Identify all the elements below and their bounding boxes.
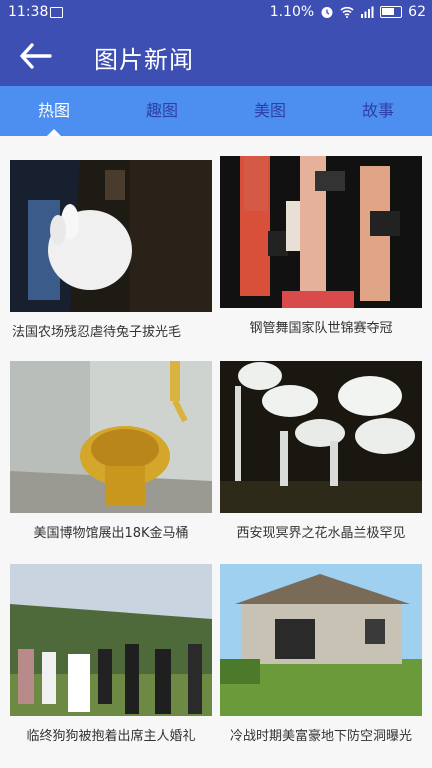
news-card[interactable]: 临终狗狗被抱着出席主人婚礼 [10, 564, 212, 744]
news-caption: 美国博物馆展出18K金马桶 [33, 526, 189, 541]
tab-story[interactable]: 故事 [324, 86, 432, 136]
back-arrow-icon[interactable] [18, 40, 54, 72]
news-card[interactable]: 钢管舞国家队世锦赛夺冠 [220, 156, 422, 336]
news-thumbnail [10, 361, 212, 513]
news-grid: 法国农场残忍虐待兔子拔光毛 钢管舞国家队世锦赛夺冠 美国博物馆展出18K金马桶 … [0, 136, 432, 768]
tab-funny[interactable]: 趣图 [108, 86, 216, 136]
battery-level: 62 [408, 4, 426, 20]
news-caption: 钢管舞国家队世锦赛夺冠 [249, 321, 393, 336]
network-speed: 1.10% [269, 4, 315, 20]
news-card[interactable]: 西安现冥界之花水晶兰极罕见 [220, 361, 422, 541]
news-caption: 冷战时期美富豪地下防空洞曝光 [229, 729, 412, 744]
news-caption: 临终狗狗被抱着出席主人婚礼 [26, 729, 196, 744]
page-title: 图片新闻 [94, 46, 194, 74]
news-caption: 法国农场残忍虐待兔子拔光毛 [12, 325, 182, 340]
tab-beauty[interactable]: 美图 [216, 86, 324, 136]
news-card[interactable]: 法国农场残忍虐待兔子拔光毛 [10, 160, 212, 340]
news-thumbnail [220, 564, 422, 716]
wifi-icon [340, 6, 354, 18]
news-thumbnail [10, 160, 212, 312]
image-icon [50, 7, 63, 18]
status-right: 1.10% 62 [270, 4, 426, 20]
news-card[interactable]: 美国博物馆展出18K金马桶 [10, 361, 212, 541]
news-card[interactable]: 冷战时期美富豪地下防空洞曝光 [220, 564, 422, 744]
tab-bar: 热图 趣图 美图 故事 [0, 86, 432, 136]
news-caption: 西安现冥界之花水晶兰极罕见 [236, 526, 406, 541]
alarm-icon [321, 7, 333, 18]
battery-icon [380, 6, 403, 18]
status-time: 11:38 [8, 4, 49, 20]
app-bar: 图片新闻 [0, 26, 432, 86]
tab-hot[interactable]: 热图 [0, 86, 108, 136]
status-bar: 11:38 1.10% 62 [0, 0, 432, 26]
news-thumbnail [220, 361, 422, 513]
signal-icon [361, 6, 374, 18]
news-thumbnail [220, 156, 422, 308]
news-thumbnail [10, 564, 212, 716]
